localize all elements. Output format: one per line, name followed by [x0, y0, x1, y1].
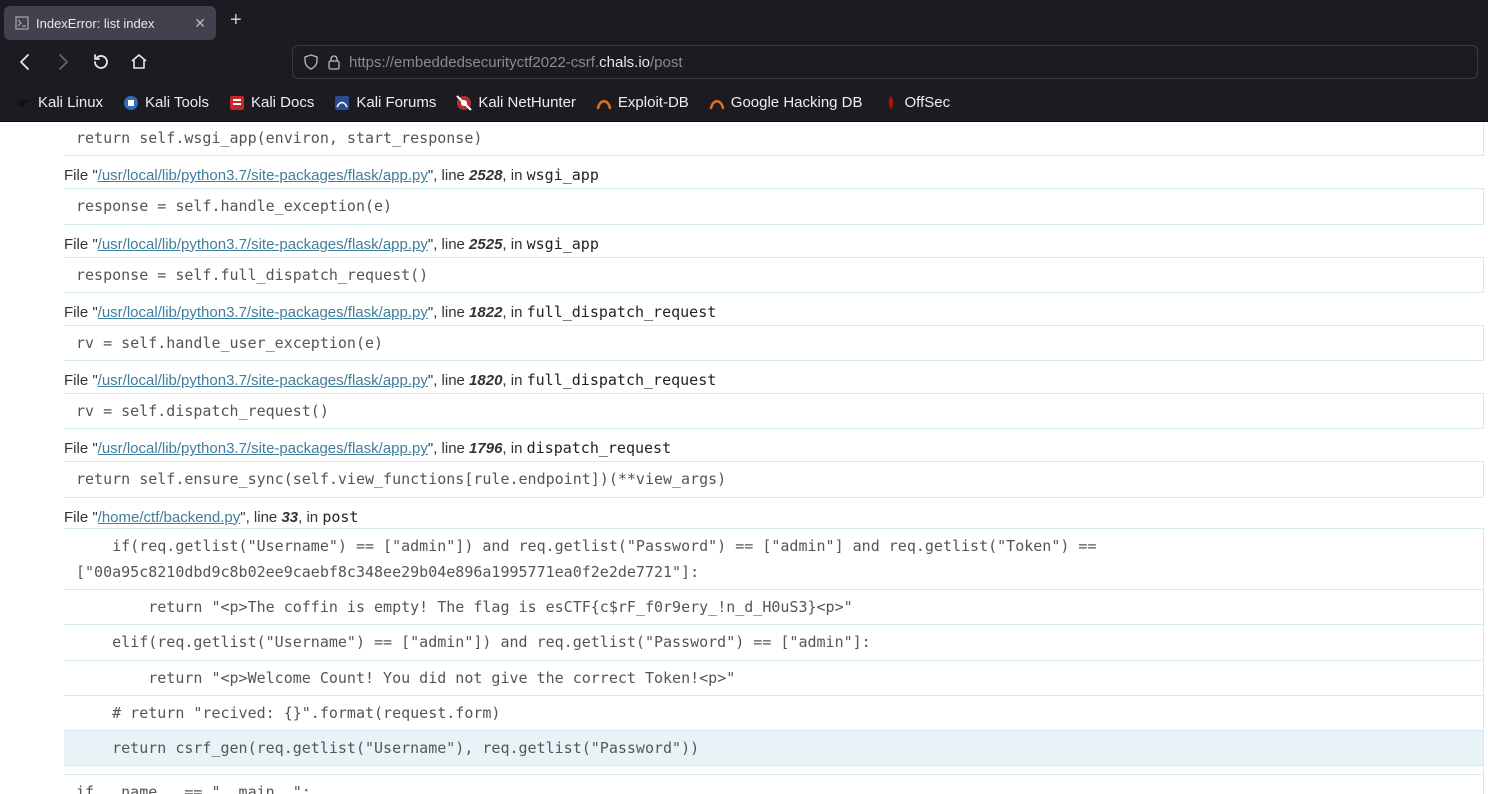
page-content: return self.wsgi_app(environ, start_resp… — [0, 122, 1488, 794]
bookmark-kali-nethunter[interactable]: Kali NetHunter — [448, 90, 584, 115]
line-number: 1822 — [469, 304, 502, 321]
bookmark-offsec[interactable]: OffSec — [875, 90, 959, 115]
code-line[interactable]: if __name__ == "__main__": — [64, 775, 1484, 794]
url-text: https://embeddedsecurityctf2022-csrf.cha… — [349, 54, 1467, 71]
code-line[interactable]: rv = self.handle_user_exception(e) — [64, 325, 1484, 361]
lock-icon[interactable] — [327, 54, 341, 70]
source-path[interactable]: /usr/local/lib/python3.7/site-packages/f… — [98, 167, 428, 184]
stack-frame: File "/usr/local/lib/python3.7/site-pack… — [64, 367, 1484, 429]
frame-header: File "/usr/local/lib/python3.7/site-pack… — [64, 299, 1484, 323]
code-line[interactable]: return "<p>Welcome Count! You did not gi… — [64, 661, 1484, 696]
frame-header: File "/usr/local/lib/python3.7/site-pack… — [64, 367, 1484, 391]
source-path[interactable]: /home/ctf/backend.py — [98, 509, 241, 526]
line-number: 1796 — [469, 440, 502, 457]
tools-icon — [123, 95, 139, 111]
stack-frame: File "/usr/local/lib/python3.7/site-pack… — [64, 162, 1484, 224]
bookmark-kali-forums[interactable]: Kali Forums — [326, 90, 444, 115]
source-path[interactable]: /usr/local/lib/python3.7/site-packages/f… — [98, 236, 428, 253]
tab-title: IndexError: list index — [36, 16, 188, 31]
frame-header: File "/usr/local/lib/python3.7/site-pack… — [64, 162, 1484, 186]
bookmark-label: Kali NetHunter — [478, 94, 576, 111]
stack-frame: File "/usr/local/lib/python3.7/site-pack… — [64, 299, 1484, 361]
bookmark-bar: Kali Linux Kali Tools Kali Docs Kali For… — [0, 84, 1488, 122]
source-path[interactable]: /usr/local/lib/python3.7/site-packages/f… — [98, 304, 428, 321]
tab-close-icon[interactable]: ✕ — [194, 15, 206, 32]
function-name: full_dispatch_request — [527, 371, 717, 389]
bookmark-label: Kali Forums — [356, 94, 436, 111]
bookmark-google-hacking-db[interactable]: Google Hacking DB — [701, 90, 871, 115]
current-code-line[interactable]: return csrf_gen(req.getlist("Username"),… — [64, 731, 1484, 766]
browser-tab-bar: IndexError: list index ✕ + — [0, 0, 1488, 40]
bookmark-label: Kali Docs — [251, 94, 314, 111]
source-path[interactable]: /usr/local/lib/python3.7/site-packages/f… — [98, 372, 428, 389]
code-line[interactable]: return self.wsgi_app(environ, start_resp… — [64, 122, 1484, 156]
home-button[interactable] — [124, 47, 154, 77]
browser-nav-bar: https://embeddedsecurityctf2022-csrf.cha… — [0, 40, 1488, 84]
code-line[interactable]: response = self.full_dispatch_request() — [64, 257, 1484, 293]
code-line[interactable]: return "<p>The coffin is empty! The flag… — [64, 590, 1484, 625]
code-line[interactable]: return self.ensure_sync(self.view_functi… — [64, 461, 1484, 497]
function-name: full_dispatch_request — [527, 303, 717, 321]
line-number: 1820 — [469, 372, 502, 389]
function-name: wsgi_app — [527, 235, 599, 253]
forward-button[interactable] — [48, 47, 78, 77]
bookmark-label: Kali Tools — [145, 94, 209, 111]
bookmark-label: Kali Linux — [38, 94, 103, 111]
bookmark-label: Exploit-DB — [618, 94, 689, 111]
url-bar[interactable]: https://embeddedsecurityctf2022-csrf.cha… — [292, 45, 1478, 79]
source-path[interactable]: /usr/local/lib/python3.7/site-packages/f… — [98, 440, 428, 457]
shield-icon[interactable] — [303, 54, 319, 70]
bookmark-label: OffSec — [905, 94, 951, 111]
dragon-icon — [16, 95, 32, 111]
exploit-db-icon — [709, 95, 725, 111]
function-name: post — [322, 508, 358, 526]
frame-header: File "/usr/local/lib/python3.7/site-pack… — [64, 435, 1484, 459]
bookmark-kali-linux[interactable]: Kali Linux — [8, 90, 111, 115]
stack-frame: File "/usr/local/lib/python3.7/site-pack… — [64, 231, 1484, 293]
code-line[interactable]: # return "recived: {}".format(request.fo… — [64, 696, 1484, 731]
docs-icon — [229, 95, 245, 111]
line-number: 2525 — [469, 236, 502, 253]
line-number: 2528 — [469, 167, 502, 184]
tab-favicon — [14, 15, 30, 31]
code-line[interactable]: elif(req.getlist("Username") == ["admin"… — [64, 625, 1484, 660]
frame-header: File "/home/ctf/backend.py", line 33, in… — [64, 504, 1484, 528]
code-line[interactable]: if(req.getlist("Username") == ["admin"])… — [64, 528, 1484, 591]
nethunter-icon — [456, 95, 472, 111]
new-tab-button[interactable]: + — [216, 9, 256, 32]
forums-icon — [334, 95, 350, 111]
code-block: if(req.getlist("Username") == ["admin"])… — [64, 528, 1484, 794]
frame-header: File "/usr/local/lib/python3.7/site-pack… — [64, 231, 1484, 255]
code-line[interactable] — [64, 766, 1484, 775]
browser-tab[interactable]: IndexError: list index ✕ — [4, 6, 216, 40]
bookmark-kali-docs[interactable]: Kali Docs — [221, 90, 322, 115]
bookmark-kali-tools[interactable]: Kali Tools — [115, 90, 217, 115]
stack-frame: File "/usr/local/lib/python3.7/site-pack… — [64, 435, 1484, 497]
line-number: 33 — [281, 509, 298, 526]
function-name: wsgi_app — [527, 166, 599, 184]
reload-button[interactable] — [86, 47, 116, 77]
bookmark-exploit-db[interactable]: Exploit-DB — [588, 90, 697, 115]
code-line[interactable]: rv = self.dispatch_request() — [64, 393, 1484, 429]
traceback: return self.wsgi_app(environ, start_resp… — [64, 122, 1484, 794]
function-name: dispatch_request — [527, 439, 672, 457]
offsec-icon — [883, 95, 899, 111]
exploit-db-icon — [596, 95, 612, 111]
code-line[interactable]: response = self.handle_exception(e) — [64, 188, 1484, 224]
bookmark-label: Google Hacking DB — [731, 94, 863, 111]
stack-frame: File "/home/ctf/backend.py", line 33, in… — [64, 504, 1484, 794]
back-button[interactable] — [10, 47, 40, 77]
